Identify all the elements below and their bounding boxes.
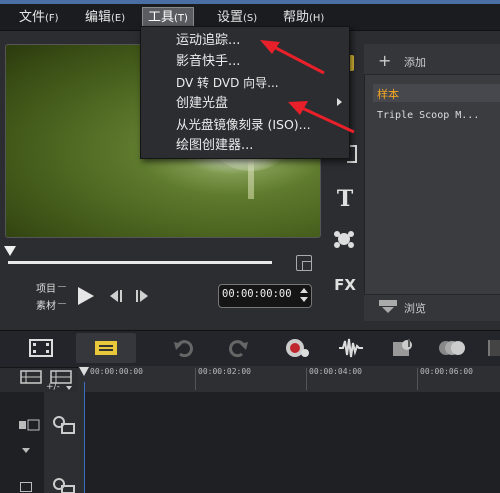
next-frame-icon[interactable]	[132, 286, 152, 306]
menu-help-label: 帮助	[283, 10, 310, 25]
clip-mode-label[interactable]: 素材	[36, 297, 56, 312]
menu-help[interactable]: 帮助(H)	[278, 8, 329, 28]
menu-settings[interactable]: 设置(S)	[212, 8, 262, 28]
add-folder-button[interactable]: 添加	[404, 54, 426, 70]
play-icon[interactable]	[72, 284, 98, 308]
menu-settings-accel: (S)	[243, 13, 258, 24]
toolbar-overflow-icon[interactable]	[488, 340, 500, 356]
library-item-sample[interactable]: 样本	[377, 86, 399, 102]
auto-music-icon[interactable]	[390, 337, 416, 359]
title-icon[interactable]: T	[333, 186, 357, 212]
clip-mode-line	[58, 303, 66, 304]
library-item-triple-scoop[interactable]: Triple Scoop M...	[377, 110, 479, 121]
playhead-marker[interactable]	[79, 367, 89, 376]
ruler-tick-line-2	[306, 368, 307, 390]
menu-file-accel: (F)	[45, 13, 59, 24]
undo-icon[interactable]	[172, 338, 194, 358]
project-mode-label[interactable]: 项目	[36, 280, 56, 295]
record-capture-icon[interactable]	[284, 337, 310, 359]
ruler-tick-line-1	[195, 368, 196, 390]
menu-tools-label: 工具	[148, 10, 175, 25]
menu-file-label: 文件	[19, 10, 46, 25]
menu-item-painting-creator[interactable]: 绘图创建器...	[176, 136, 253, 156]
overlay-track-toggle-icon[interactable]	[20, 482, 32, 492]
redo-icon[interactable]	[228, 338, 250, 358]
browse-button[interactable]: 浏览	[404, 300, 426, 316]
ruler-tick-line-3	[417, 368, 418, 390]
scrubber-track[interactable]	[8, 261, 272, 264]
add-icon[interactable]: +	[378, 51, 391, 70]
playhead-line[interactable]	[84, 382, 85, 493]
track-expand-icon[interactable]	[22, 448, 30, 453]
filter-fx-icon[interactable]: FX	[333, 276, 357, 300]
menu-item-create-disc[interactable]: 创建光盘	[176, 94, 228, 114]
menu-settings-label: 设置	[217, 10, 244, 25]
sound-mixer-icon[interactable]	[338, 337, 364, 359]
track-manager-icon[interactable]	[20, 370, 42, 384]
timecode-spinner-icon[interactable]	[299, 286, 309, 304]
enlarge-preview-icon[interactable]	[296, 255, 312, 271]
previous-frame-icon[interactable]	[106, 286, 126, 306]
ruler-tick-0: 00:00:00:00	[90, 367, 143, 376]
menu-help-accel: (H)	[309, 13, 325, 24]
menu-item-quick-movie[interactable]: 影音快手...	[176, 52, 240, 72]
menu-item-motion-tracking[interactable]: 运动追踪...	[176, 31, 240, 51]
overlay-track-icon	[53, 478, 75, 493]
video-track-icon	[53, 416, 75, 434]
storyboard-view-icon[interactable]	[28, 338, 54, 358]
timeline-toolbar	[0, 330, 500, 368]
menu-edit[interactable]: 编辑(E)	[80, 8, 130, 28]
menu-file[interactable]: 文件(F)	[14, 8, 64, 28]
video-track-toggle-icon[interactable]	[18, 418, 40, 432]
ruler-tick-3: 00:00:06:00	[420, 367, 473, 376]
zoom-control[interactable]: +/-	[46, 382, 60, 392]
ruler-tick-2: 00:00:04:00	[309, 367, 362, 376]
timeline-view-icon[interactable]	[93, 338, 119, 358]
annotation-arrow-2	[288, 101, 355, 134]
menu-edit-accel: (E)	[111, 13, 126, 24]
multi-trim-icon[interactable]	[438, 338, 466, 358]
zoom-dropdown-icon[interactable]	[66, 386, 72, 390]
project-mode-line	[58, 286, 66, 287]
menu-tools-accel: (T)	[174, 13, 188, 24]
scrubber-handle[interactable]	[4, 246, 16, 256]
timecode-value: 00:00:00:00	[222, 288, 292, 300]
annotation-arrow-1	[260, 40, 325, 75]
browse-icon[interactable]	[378, 298, 398, 314]
graphics-icon[interactable]	[332, 228, 356, 250]
menu-edit-label: 编辑	[85, 10, 112, 25]
ruler-tick-1: 00:00:02:00	[198, 367, 251, 376]
